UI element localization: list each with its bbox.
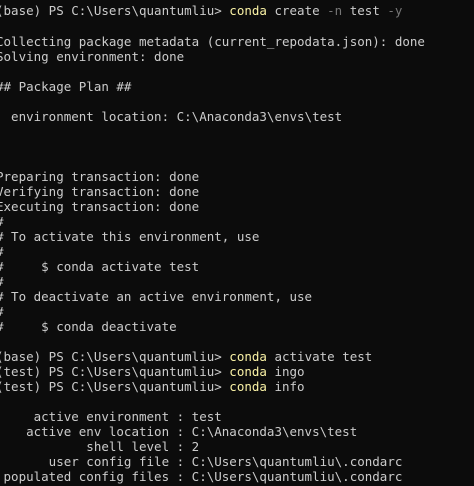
command-flag: -n (327, 3, 343, 18)
output-line: shell level : 2 (0, 439, 200, 454)
terminal-window[interactable]: (base) PS C:\Users\quantumliu> conda cre… (0, 0, 474, 486)
output-line: active environment : test (0, 409, 222, 424)
output-line: active env location : C:\Anaconda3\envs\… (0, 424, 358, 439)
output-line: Solving environment: done (0, 49, 185, 64)
output-line: # To deactivate an active environment, u… (0, 289, 313, 304)
command-args: create (266, 3, 328, 18)
output-line: # (0, 244, 4, 259)
output-line: populated config files : C:\Users\quantu… (0, 469, 403, 484)
command-args: test (342, 3, 388, 18)
output-line: # $ conda activate test (0, 259, 200, 274)
prompt: (test) PS C:\Users\quantumliu> (0, 364, 230, 379)
output-line: # (0, 274, 4, 289)
prompt: (base) PS C:\Users\quantumliu> (0, 349, 230, 364)
prompt: (base) PS C:\Users\quantumliu> (0, 3, 230, 18)
command-flag: -y (387, 3, 403, 18)
prompt: (test) PS C:\Users\quantumliu> (0, 379, 230, 394)
command: conda (229, 349, 267, 364)
prompt-line: (test) PS C:\Users\quantumliu> conda inf… (0, 379, 305, 394)
output-line: # $ conda deactivate (0, 319, 177, 334)
output-line: user config file : C:\Users\quantumliu\.… (0, 454, 403, 469)
command: conda (229, 3, 267, 18)
prompt-line: (base) PS C:\Users\quantumliu> conda cre… (0, 3, 402, 18)
command-args: info (266, 379, 305, 394)
output-line: # To activate this environment, use (0, 229, 260, 244)
command-args: activate test (266, 349, 373, 364)
command: conda (229, 379, 267, 394)
output-line: # (0, 304, 4, 319)
output-line: Preparing transaction: done (0, 169, 200, 184)
prompt-line: (test) PS C:\Users\quantumliu> conda ing… (0, 364, 305, 379)
prompt-line: (base) PS C:\Users\quantumliu> conda act… (0, 349, 372, 364)
output-line: # (0, 214, 4, 229)
output-line: Verifying transaction: done (0, 184, 200, 199)
command-args: ingo (266, 364, 305, 379)
output-line: Collecting package metadata (current_rep… (0, 34, 425, 49)
output-line: environment location: C:\Anaconda3\envs\… (0, 109, 343, 124)
output-line: Executing transaction: done (0, 199, 200, 214)
command: conda (229, 364, 267, 379)
output-line: ## Package Plan ## (0, 79, 132, 94)
